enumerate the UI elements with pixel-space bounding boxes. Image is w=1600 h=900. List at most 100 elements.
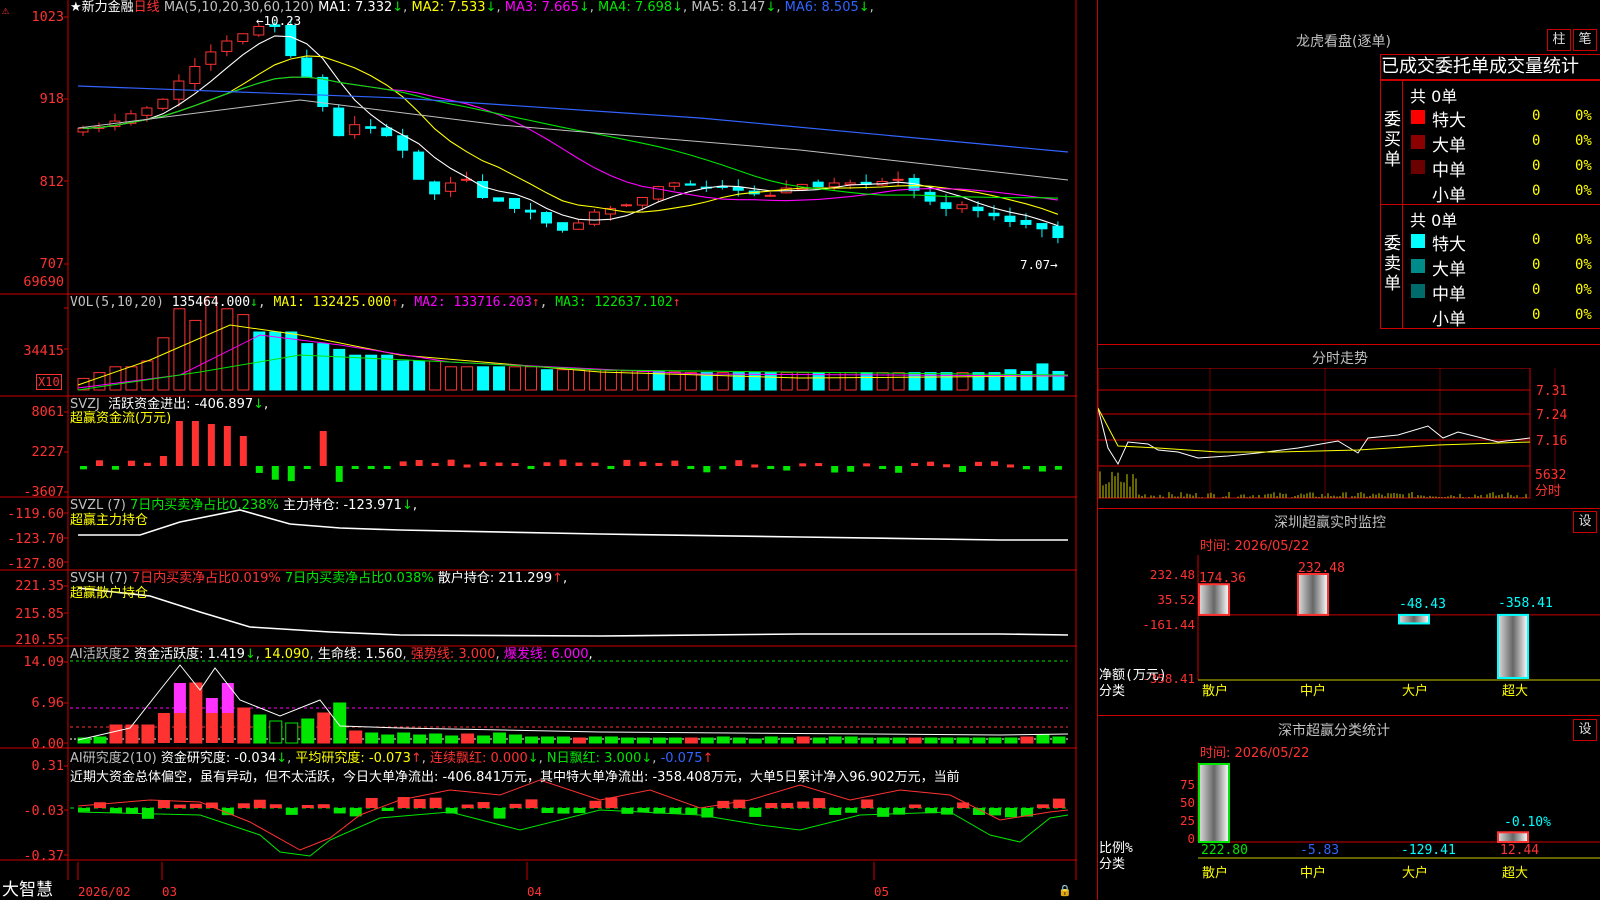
activity-bar <box>1004 737 1018 744</box>
candle <box>509 197 521 209</box>
monitor-tick: -161.44 <box>1142 617 1195 632</box>
research-bar <box>333 808 346 814</box>
fund-flow-bar <box>95 460 103 466</box>
sell-row-num: 0 <box>1532 232 1541 248</box>
buy-row-pct: 0% <box>1575 108 1592 124</box>
order-stats-tab[interactable]: 已成交委托单成交量统计 <box>1380 54 1600 80</box>
fund-flow-bar <box>607 466 615 469</box>
sell-row-pct: 0% <box>1575 282 1592 298</box>
candle <box>237 33 249 43</box>
fund-flow-bar <box>495 462 503 466</box>
ma-arrow: ↓ <box>485 0 497 15</box>
activity-bar <box>684 737 698 744</box>
research-bar <box>285 808 298 815</box>
research-bar <box>237 803 250 808</box>
volume-bar <box>205 296 218 391</box>
buy-swatch <box>1411 160 1425 174</box>
svzl-subtitle: 超赢主力持仓 <box>70 513 149 528</box>
monitor-settings-button[interactable]: 设 <box>1573 511 1597 533</box>
bar-view-button[interactable]: 柱 <box>1547 29 1571 51</box>
stat-settings-button[interactable]: 设 <box>1573 719 1597 741</box>
intraday-vol-tick: 5632 <box>1535 468 1566 483</box>
y-axis-tick: 34415 <box>23 343 64 359</box>
lock-icon[interactable]: 🔒 <box>1058 884 1072 898</box>
vol-ma1: MA1: 132425.000 <box>273 295 391 310</box>
activity-bar <box>253 714 267 744</box>
ma-label-6: MA6: 8.505 <box>784 0 859 15</box>
stat-tick: 25 <box>1180 813 1195 828</box>
research-bar <box>461 804 474 808</box>
high-price-label: ←10.23 <box>256 13 302 28</box>
period-label[interactable]: 日线 <box>134 0 160 15</box>
fund-flow-bar <box>927 461 935 466</box>
intraday-chart[interactable]: 7.31 7.24 7.16 5632分时 <box>1098 368 1600 508</box>
candle <box>956 204 968 210</box>
stat-bar <box>1198 763 1230 843</box>
candle <box>572 222 584 230</box>
divider <box>1380 80 1381 204</box>
volume-bar <box>269 331 282 391</box>
favorite-star-icon[interactable]: ★ <box>70 0 82 15</box>
fund-flow-bar <box>207 424 215 466</box>
fund-flow-bar <box>847 466 855 472</box>
sell-row-name: 特大 <box>1432 235 1466 255</box>
research-bar <box>269 804 282 808</box>
research-bar <box>301 804 314 808</box>
activity-bar <box>1036 734 1050 744</box>
fund-flow-bar <box>255 466 263 473</box>
sell-swatch <box>1411 284 1425 298</box>
candle <box>157 98 169 109</box>
activity-bar <box>972 737 986 744</box>
activity-bar <box>748 738 762 744</box>
y-axis-tick: 812 <box>39 174 64 190</box>
research-bar <box>749 808 762 817</box>
fund-flow-bar <box>527 466 535 469</box>
y-axis-tick: -123.70 <box>7 531 64 547</box>
fund-flow-bar <box>143 462 151 466</box>
fund-flow-bar <box>831 466 839 473</box>
fund-flow-bar <box>335 466 343 482</box>
research-bar <box>797 801 810 808</box>
volume-bar <box>397 360 410 391</box>
category-label: 散户 <box>1202 865 1228 881</box>
x-axis-label: 05 <box>874 884 890 899</box>
buy-side-label: 委买单 <box>1384 110 1401 170</box>
research-bar <box>877 808 890 817</box>
y-axis-tick: -0.03 <box>23 803 64 819</box>
volume-bar <box>764 372 777 391</box>
sell-row-pct: 0% <box>1575 257 1592 273</box>
activity-bar <box>1052 736 1066 744</box>
research-bar <box>813 798 826 808</box>
ai-research-header: AI研究度2(10) 资金研究度: -0.034↓, 平均研究度: -0.073… <box>70 751 714 766</box>
activity-bar <box>988 737 1002 744</box>
research-bar <box>317 804 330 808</box>
divider <box>1098 715 1600 716</box>
fund-flow-bar <box>223 426 231 466</box>
activity-bar <box>796 736 810 744</box>
candle <box>205 51 217 65</box>
activity-bar <box>221 713 234 743</box>
volume-bar <box>556 369 569 391</box>
candle <box>397 135 409 151</box>
tick-view-button[interactable]: 笔 <box>1573 29 1597 51</box>
research-bar <box>941 808 954 815</box>
candle <box>588 211 600 225</box>
fund-flow-bar <box>1006 464 1014 468</box>
fund-flow-bar <box>1038 466 1046 472</box>
intraday-frame <box>1098 368 1531 499</box>
divider <box>1380 204 1600 205</box>
volume-bar <box>365 354 378 391</box>
activity-bar <box>381 734 395 744</box>
volume-bar <box>732 372 745 391</box>
candle <box>525 209 537 213</box>
buy-swatch <box>1411 135 1425 149</box>
volume-bar <box>509 366 522 391</box>
candle <box>301 57 313 78</box>
ai-research-note: 近期大资金总体偏空，虽有异动，但不太活跃，今日大单净流出: -406.841万元… <box>70 770 960 785</box>
fund-flow-bar <box>159 456 167 466</box>
y-axis-tick: 8061 <box>31 404 64 420</box>
fund-flow-bar <box>239 436 247 466</box>
volume-bar <box>413 360 426 391</box>
y-axis-tick: 0.00 <box>31 736 64 752</box>
candle <box>445 182 457 192</box>
